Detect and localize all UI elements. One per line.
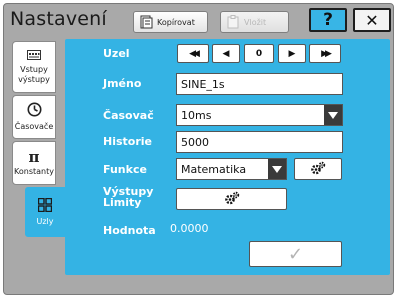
- next-node-button[interactable]: ▶: [278, 44, 306, 63]
- timer-label: Časovač: [103, 109, 154, 122]
- value-readout: 0.0000: [170, 222, 209, 235]
- copy-label: Kopírovat: [157, 17, 195, 27]
- checkmark-icon: ✓: [287, 243, 304, 265]
- close-button[interactable]: ✕: [353, 8, 391, 32]
- tab-constants-label: Konstanty: [14, 166, 54, 176]
- chevron-down-icon: [268, 159, 286, 179]
- tab-io-label: Vstupy výstupy: [18, 64, 50, 84]
- double-left-arrow-icon: ◀◀: [189, 48, 200, 59]
- copy-icon: [140, 15, 153, 29]
- gears-icon: [310, 160, 326, 179]
- prev-node-button[interactable]: ◀: [212, 44, 240, 63]
- double-right-arrow-icon: ▶▶: [321, 48, 332, 59]
- function-value: Matematika: [181, 162, 247, 176]
- tab-nodes-label: Uzly: [36, 216, 54, 226]
- paste-button[interactable]: Vložit: [220, 11, 289, 33]
- function-label: Funkce: [103, 163, 147, 176]
- value-label: Hodnota: [103, 224, 156, 237]
- gears-icon: [224, 190, 240, 209]
- function-select[interactable]: Matematika: [176, 158, 287, 180]
- nodes-icon: [37, 197, 53, 215]
- clock-icon: [27, 102, 42, 120]
- first-node-button[interactable]: ◀◀: [177, 44, 209, 63]
- tab-nodes[interactable]: Uzly: [25, 187, 65, 237]
- paste-label: Vložit: [244, 17, 267, 27]
- limits-label: Limity: [103, 196, 142, 209]
- timer-select[interactable]: 10ms: [176, 104, 343, 126]
- io-panel-icon: [27, 49, 41, 63]
- confirm-button[interactable]: ✓: [249, 241, 342, 267]
- screen: Nastavení Kopírovat Vložit ? ✕ Vstupy vý…: [0, 0, 401, 300]
- close-icon: ✕: [365, 10, 379, 30]
- tab-timers[interactable]: Časovače: [12, 95, 56, 139]
- outputs-limits-button[interactable]: [176, 188, 287, 210]
- node-index-value: 0: [255, 48, 263, 59]
- outputs-limits-label: Výstupy Limity: [103, 186, 153, 208]
- name-label: Jméno: [103, 77, 142, 90]
- copy-button[interactable]: Kopírovat: [133, 11, 208, 33]
- tab-timers-label: Časovače: [14, 122, 54, 131]
- tab-constants[interactable]: π Konstanty: [12, 141, 56, 185]
- pi-icon: π: [28, 147, 40, 166]
- history-field[interactable]: 5000: [176, 131, 343, 153]
- chevron-down-icon: [324, 105, 342, 125]
- page-title: Nastavení: [10, 8, 107, 30]
- function-settings-button[interactable]: [294, 158, 342, 180]
- history-label: Historie: [103, 135, 152, 148]
- node-index-field[interactable]: 0: [244, 44, 274, 63]
- help-button[interactable]: ?: [309, 8, 347, 32]
- left-arrow-icon: ◀: [222, 48, 230, 59]
- tab-io[interactable]: Vstupy výstupy: [12, 41, 56, 93]
- last-node-button[interactable]: ▶▶: [309, 44, 341, 63]
- node-label: Uzel: [103, 47, 130, 60]
- name-field[interactable]: SINE_1s: [176, 73, 343, 95]
- right-arrow-icon: ▶: [288, 48, 296, 59]
- paste-icon: [227, 15, 240, 29]
- timer-value: 10ms: [181, 108, 212, 122]
